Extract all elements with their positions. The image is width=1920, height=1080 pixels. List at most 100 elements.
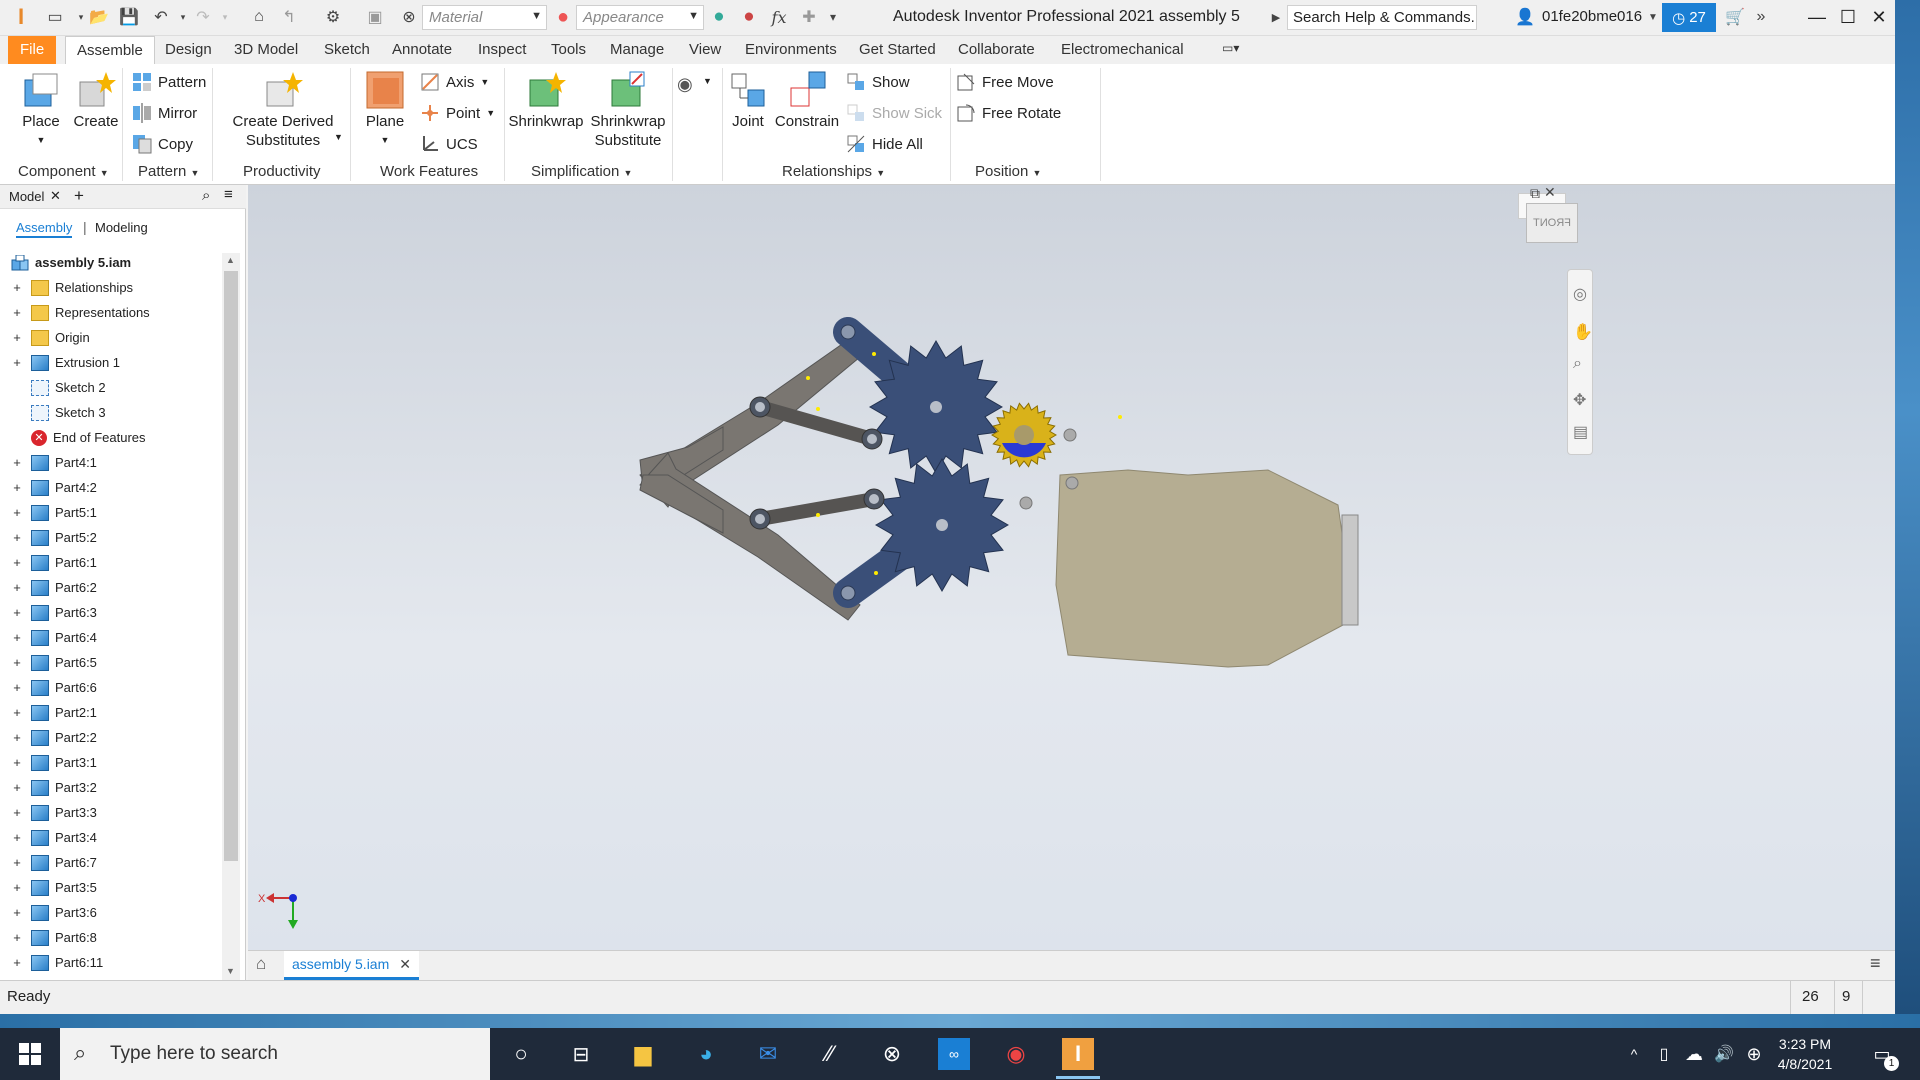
onedrive-icon[interactable]: ☁ [1678,1038,1710,1070]
tab-view[interactable]: View [689,36,721,64]
mail-icon[interactable]: ✉ [752,1038,784,1070]
store-app-icon[interactable]: ∞ [938,1038,970,1070]
tree-item[interactable]: + Part6:4 [0,625,220,650]
minimize-icon[interactable]: — [1802,2,1832,32]
close-icon[interactable]: ✕ [399,956,411,972]
point-button[interactable]: Point ▼ [420,101,495,125]
expand-icon[interactable]: + [11,880,23,895]
material-combo[interactable]: Material ▼ [422,5,547,30]
tree-item[interactable]: + Origin [0,325,220,350]
tree-item[interactable]: + Part6:2 [0,575,220,600]
xbox-icon[interactable]: ⊗ [876,1038,908,1070]
undo-icon[interactable]: ↶ [150,6,172,28]
expand-icon[interactable]: + [11,905,23,920]
constrain-button[interactable]: Constrain [774,70,840,131]
tree-item[interactable]: + Part6:6 [0,675,220,700]
group-simplification[interactable]: Simplification ▼ [531,163,632,180]
tab-environments[interactable]: Environments [745,36,837,64]
expand-icon[interactable]: + [11,305,23,320]
free-move-button[interactable]: Free Move [956,70,1054,94]
tab-inspect[interactable]: Inspect [478,36,526,64]
tab-get-started[interactable]: Get Started [859,36,936,64]
expand-icon[interactable]: + [11,755,23,770]
undo-dropdown-icon[interactable]: ▾ [172,6,194,28]
tree-item[interactable]: + Representations [0,300,220,325]
group-relationships[interactable]: Relationships ▼ [782,163,885,180]
chevron-down-icon[interactable]: ▼ [334,132,343,142]
expand-icon[interactable]: + [11,330,23,345]
inventor-logo-icon[interactable]: I [10,4,32,29]
tab-design[interactable]: Design [165,36,212,64]
group-position[interactable]: Position ▼ [975,163,1041,180]
parameters-fx-icon[interactable]: fx [768,6,790,28]
new-file-icon[interactable]: ▭ [44,6,66,28]
clear-appearance-icon[interactable]: ● [738,6,760,28]
plane-button[interactable]: Plane ▼ [362,70,408,150]
task-view-icon[interactable]: ⊟ [565,1038,597,1070]
edge-icon[interactable]: ◕ [690,1038,722,1070]
tab-sketch[interactable]: Sketch [324,36,370,64]
expand-icon[interactable]: + [11,930,23,945]
overflow-icon[interactable]: » [1750,6,1772,28]
chevron-down-icon[interactable]: ▼ [703,76,712,86]
subtab-modeling[interactable]: Modeling [95,220,148,235]
tree-item[interactable]: ✕ End of Features [0,425,220,450]
expand-icon[interactable]: + [11,505,23,520]
pan-icon[interactable]: ✋ [1573,322,1593,342]
free-rotate-button[interactable]: Free Rotate [956,101,1061,125]
maximize-icon[interactable]: ☐ [1833,2,1863,32]
panel-toggle-icon[interactable]: ▭▾ [1222,36,1239,64]
tree-item[interactable]: + Part6:1 [0,550,220,575]
expand-icon[interactable]: + [11,730,23,745]
add-tab-icon[interactable]: + [74,186,84,206]
tree-item[interactable]: + Part4:2 [0,475,220,500]
select-icon[interactable]: ▣ [364,6,386,28]
chevron-right-icon[interactable]: ▶ [1265,6,1287,28]
home-icon[interactable]: ⌂ [256,954,266,974]
tree-item[interactable]: Sketch 2 [0,375,220,400]
tab-electromechanical[interactable]: Electromechanical [1061,36,1184,64]
notification-badge[interactable]: ◷ 27 [1662,3,1716,32]
user-name[interactable]: 01fe20bme016 [1542,8,1642,25]
tree-item[interactable]: + Part3:4 [0,825,220,850]
clock[interactable]: 3:23 PM 4/8/2021 [1770,1034,1840,1074]
expand-icon[interactable]: + [11,355,23,370]
customize-dropdown-icon[interactable]: ▾ [822,6,844,28]
subtab-assembly[interactable]: Assembly [16,220,73,238]
tree-item[interactable]: Sketch 3 [0,400,220,425]
expand-icon[interactable]: + [11,705,23,720]
color-override-icon[interactable]: ⊗ [398,6,420,28]
tree-item[interactable]: + Part6:3 [0,600,220,625]
model-canvas[interactable]: X [248,185,1895,950]
mirror-button[interactable]: Mirror [132,101,197,125]
create-derived-substitutes-button[interactable]: Create Derived Substitutes [228,70,338,150]
volume-icon[interactable]: 🔊 [1708,1038,1740,1070]
tab-manage[interactable]: Manage [610,36,664,64]
scroll-down-icon[interactable]: ▼ [226,966,235,976]
expand-icon[interactable]: + [11,655,23,670]
tree-item[interactable]: + Part2:1 [0,700,220,725]
expand-icon[interactable]: + [11,555,23,570]
file-explorer-icon[interactable]: ▆ [627,1038,659,1070]
copy-button[interactable]: Copy [132,132,193,156]
expand-icon[interactable]: + [11,280,23,295]
search-icon[interactable]: ⌕ [202,187,210,204]
inventor-taskbar-icon[interactable]: I [1062,1038,1094,1070]
redo-dropdown-icon[interactable]: ▾ [214,6,236,28]
tree-item[interactable]: + Part3:6 [0,900,220,925]
expand-icon[interactable]: + [11,480,23,495]
chrome-icon[interactable]: ◉ [1000,1038,1032,1070]
show-sick-button[interactable]: Show Sick [846,101,942,125]
axis-button[interactable]: Axis ▼ [420,70,489,94]
tree-item[interactable]: + Part6:5 [0,650,220,675]
tree-item[interactable]: + Part5:1 [0,500,220,525]
user-icon[interactable]: 👤 [1514,6,1536,28]
adjust-appearance-icon[interactable]: ● [708,6,730,28]
tree-item[interactable]: + Relationships [0,275,220,300]
tab-collaborate[interactable]: Collaborate [958,36,1035,64]
tab-annotate[interactable]: Annotate [392,36,452,64]
shrinkwrap-substitute-button[interactable]: Shrinkwrap Substitute [588,70,668,150]
user-dropdown-icon[interactable]: ▼ [1642,6,1664,28]
shrinkwrap-button[interactable]: Shrinkwrap [508,70,584,131]
hide-all-button[interactable]: Hide All [846,132,923,156]
